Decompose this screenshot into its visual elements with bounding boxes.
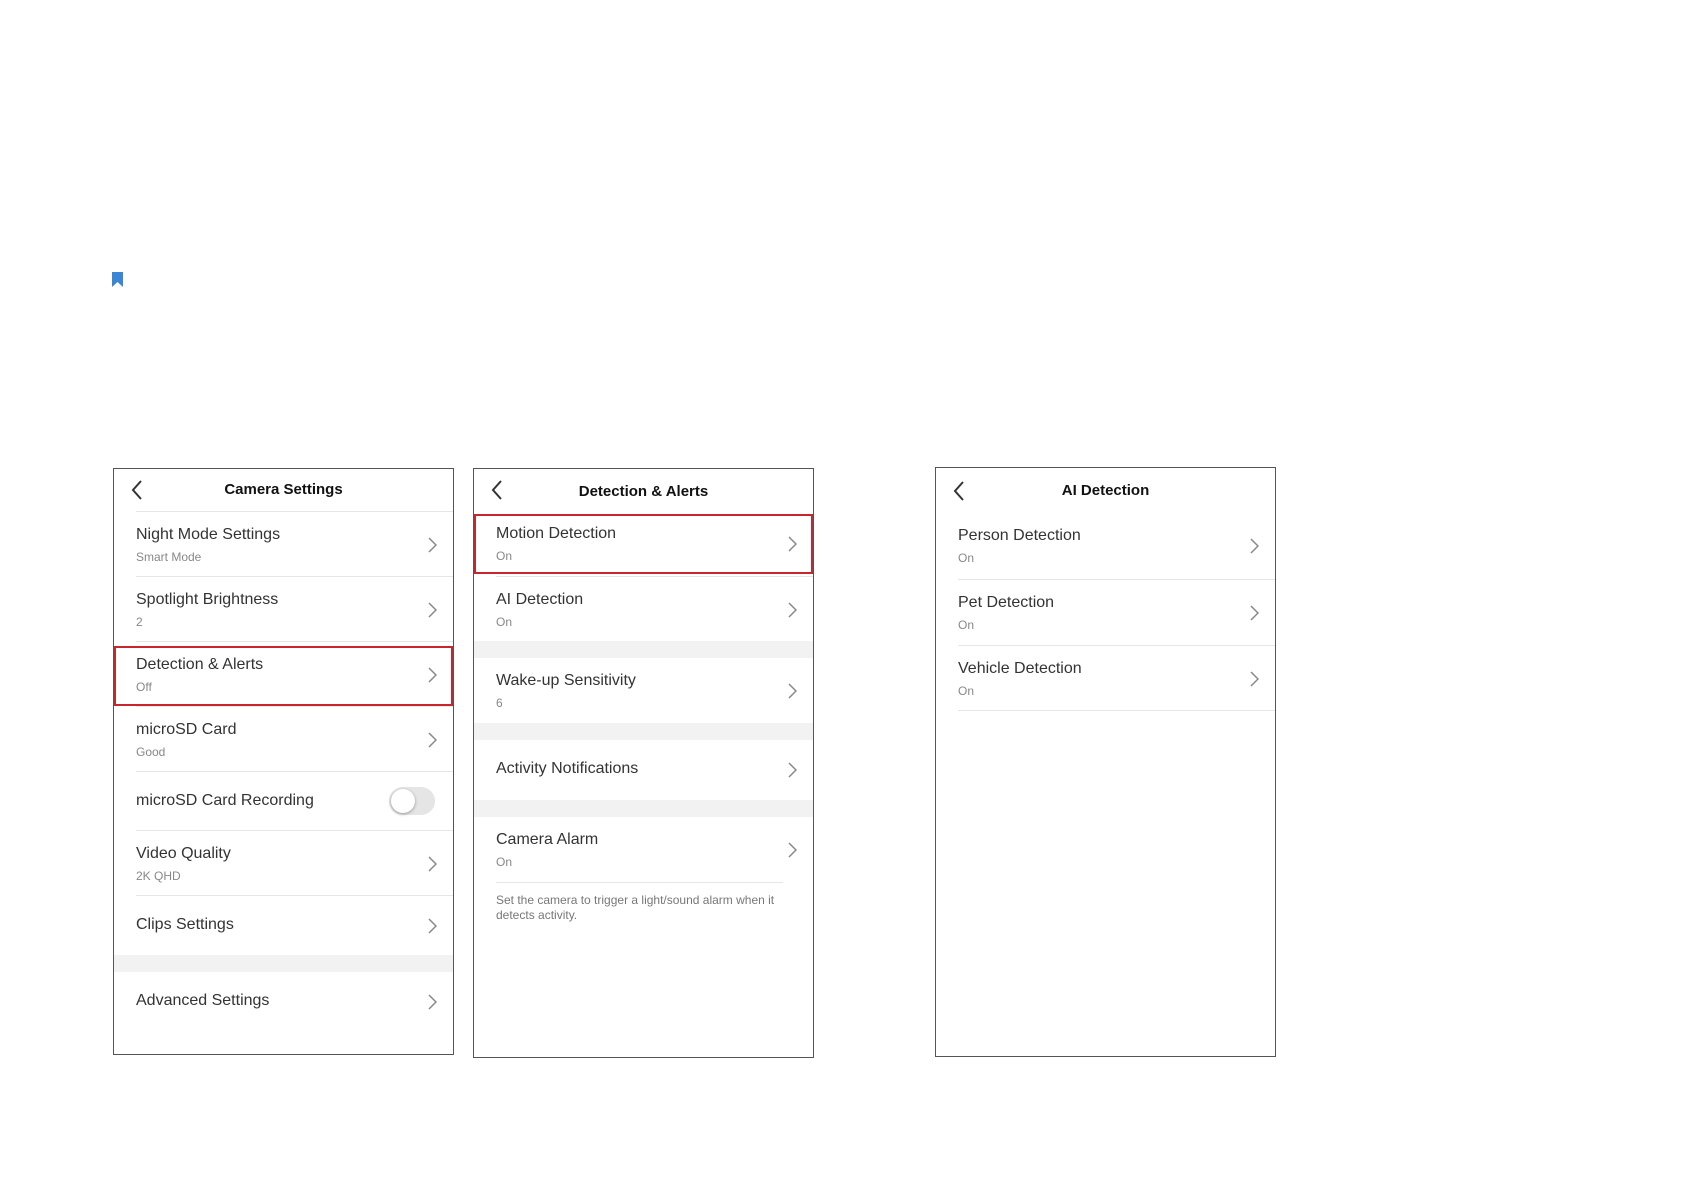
camera-settings-screen: Camera Settings Night Mode Settings Smar… [113,468,454,1055]
row-value: On [496,855,513,869]
spotlight-brightness-row[interactable]: Spotlight Brightness 2 [136,576,453,641]
row-value: 2 [136,615,143,629]
row-value: Good [136,745,166,759]
row-label: microSD Card [136,721,237,738]
row-label: Pet Detection [958,594,1055,611]
row-value: 2K QHD [136,869,181,883]
page-title: Detection & Alerts [578,483,709,500]
row-label: Activity Notifications [496,760,639,777]
row-value: Off [136,680,152,694]
row-label: Camera Alarm [496,831,599,848]
page-title: Camera Settings [224,481,343,498]
row-value: On [496,549,513,563]
row-label: Person Detection [958,527,1081,544]
chevron-right-icon [1250,538,1259,554]
header: Camera Settings [114,469,453,511]
chevron-right-icon [428,994,437,1010]
section-divider [474,641,813,658]
microsd-card-recording-row: microSD Card Recording [136,771,453,830]
row-label: Spotlight Brightness [136,591,279,608]
header: Detection & Alerts [474,469,813,511]
toggle-knob [391,789,415,813]
detection-alerts-row[interactable]: Detection & Alerts Off [136,641,453,706]
night-mode-settings-row[interactable]: Night Mode Settings Smart Mode [136,511,453,576]
activity-notifications-row[interactable]: Activity Notifications [496,740,813,800]
chevron-right-icon [428,537,437,553]
page-title: AI Detection [1061,482,1150,499]
row-value: On [958,618,975,632]
section-divider [474,800,813,817]
chevron-right-icon [428,856,437,872]
row-label: Motion Detection [496,525,617,542]
chevron-right-icon [788,683,797,699]
row-value: On [958,551,975,565]
row-label: Vehicle Detection [958,660,1082,677]
wake-up-sensitivity-row[interactable]: Wake-up Sensitivity 6 [496,658,813,723]
chevron-right-icon [428,667,437,683]
row-value: 6 [496,696,503,710]
section-divider [114,955,453,972]
row-label: Night Mode Settings [136,526,281,543]
row-label: Advanced Settings [136,992,270,1009]
row-value: On [958,684,975,698]
row-label: Clips Settings [136,916,234,933]
motion-detection-row[interactable]: Motion Detection On [496,511,813,576]
chevron-right-icon [788,536,797,552]
chevron-right-icon [428,732,437,748]
person-detection-row[interactable]: Person Detection On [958,513,1275,579]
vehicle-detection-row[interactable]: Vehicle Detection On [958,645,1275,711]
bookmark-icon [112,272,123,287]
row-label: Detection & Alerts [136,656,264,673]
row-label: AI Detection [496,591,584,608]
camera-alarm-description: Set the camera to trigger a light/sound … [496,882,783,923]
chevron-right-icon [1250,605,1259,621]
ai-detection-row[interactable]: AI Detection On [496,576,813,641]
pet-detection-row[interactable]: Pet Detection On [958,579,1275,645]
header: AI Detection [936,468,1275,513]
recording-toggle[interactable] [389,787,435,815]
row-label: Video Quality [136,845,231,862]
row-value: Smart Mode [136,550,202,564]
clips-settings-row[interactable]: Clips Settings [136,895,453,955]
chevron-right-icon [788,602,797,618]
detection-alerts-screen: Detection & Alerts Motion Detection On A… [473,468,814,1058]
row-label: Wake-up Sensitivity [496,672,636,689]
advanced-settings-row[interactable]: Advanced Settings [136,972,453,1032]
ai-detection-screen: AI Detection Person Detection On Pet Det… [935,467,1276,1057]
row-label: microSD Card Recording [136,792,314,809]
chevron-right-icon [1250,671,1259,687]
microsd-card-row[interactable]: microSD Card Good [136,706,453,771]
video-quality-row[interactable]: Video Quality 2K QHD [136,830,453,895]
chevron-right-icon [788,762,797,778]
chevron-right-icon [428,602,437,618]
row-value: On [496,615,513,629]
section-divider [474,723,813,740]
chevron-right-icon [428,918,437,934]
chevron-right-icon [788,842,797,858]
camera-alarm-row[interactable]: Camera Alarm On [496,817,813,882]
